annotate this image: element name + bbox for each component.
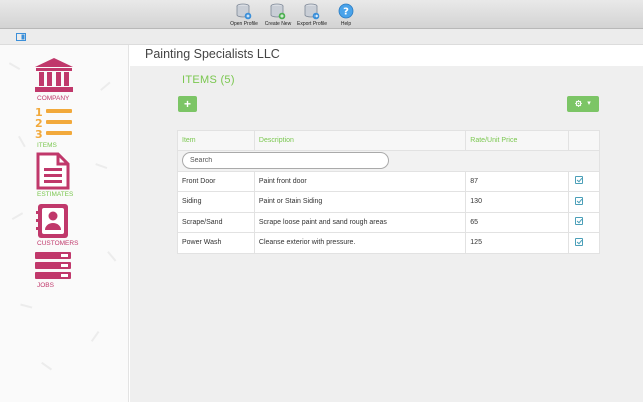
chevron-down-icon: ▾ (587, 100, 591, 107)
background-squiggle (19, 303, 33, 311)
description-cell: Scrape loose paint and sand rough areas (253, 211, 467, 233)
sidebar-item-label: CUSTOMERS (37, 240, 79, 247)
edit-icon[interactable] (575, 196, 584, 205)
items-table: Item Description Rate/Unit Price Front D… (177, 130, 600, 254)
item-cell: Front Door (177, 170, 255, 192)
rate-cell: 125 (465, 232, 570, 254)
bank-icon (35, 58, 73, 92)
settings-dropdown-button[interactable]: ▾ (567, 96, 599, 112)
table-row[interactable]: Power Wash Cleanse exterior with pressur… (177, 232, 600, 254)
plus-icon: + (183, 97, 191, 111)
table-row[interactable]: Scrape/Sand Scrape loose paint and sand … (177, 211, 600, 233)
search-row (177, 150, 600, 172)
table-row[interactable]: Front Door Paint front door 87 (177, 170, 600, 192)
actions-cell (568, 232, 600, 254)
edit-icon[interactable] (575, 217, 584, 226)
help-icon: ? (338, 3, 354, 19)
item-cell: Scrape/Sand (177, 211, 255, 233)
database-open-icon (236, 3, 252, 20)
table-row[interactable]: Siding Paint or Stain Siding 130 (177, 191, 600, 213)
column-header-item[interactable]: Item (177, 130, 255, 151)
sidebar-toggle-icon[interactable] (16, 33, 26, 41)
edit-icon[interactable] (575, 176, 584, 185)
rate-cell: 87 (465, 170, 570, 192)
table-header-row: Item Description Rate/Unit Price (177, 130, 600, 151)
sidebar: COMPANY 1 2 3 ITEMS ESTIMATES CUSTOMERS … (0, 45, 129, 402)
description-cell: Paint or Stain Siding (253, 191, 467, 213)
help-label: Help (340, 21, 352, 27)
gear-icon (575, 99, 583, 107)
column-header-description[interactable]: Description (253, 130, 467, 151)
sidebar-item-estimates[interactable]: ESTIMATES (30, 152, 90, 200)
background-squiggle (94, 163, 108, 171)
page-title: Painting Specialists LLC (145, 47, 280, 61)
search-cell (177, 150, 600, 172)
description-cell: Cleanse exterior with pressure. (253, 232, 467, 254)
sidebar-item-label: JOBS (37, 282, 54, 289)
database-export-icon (304, 3, 320, 20)
background-squiggle (11, 212, 25, 222)
actions-cell (568, 211, 600, 233)
database-add-icon (270, 3, 286, 20)
help-button[interactable]: ? Help (326, 3, 366, 27)
background-squiggle (100, 81, 112, 93)
background-squiggle (7, 62, 21, 72)
svg-text:?: ? (343, 7, 349, 18)
column-header-rate[interactable]: Rate/Unit Price (465, 130, 570, 151)
column-header-actions (568, 130, 600, 151)
document-icon (36, 152, 70, 190)
sidebar-item-customers[interactable]: CUSTOMERS (30, 203, 90, 249)
secondary-bar (0, 29, 643, 45)
main-content: Painting Specialists LLC ITEMS (5) + ▾ I… (130, 45, 643, 402)
search-input[interactable] (182, 152, 389, 170)
background-squiggle (105, 251, 117, 263)
edit-icon[interactable] (575, 237, 584, 246)
rate-cell: 130 (465, 191, 570, 213)
sidebar-item-label: COMPANY (37, 95, 70, 102)
actions-cell (568, 170, 600, 192)
item-cell: Power Wash (177, 232, 255, 254)
numbered-list-icon: 1 2 3 (35, 106, 72, 140)
actions-cell (568, 191, 600, 213)
app-toolbar: Open Profile Create New Export Profile ?… (0, 0, 643, 29)
description-cell: Paint front door (253, 170, 467, 192)
add-item-button[interactable]: + (178, 96, 197, 112)
background-squiggle (16, 135, 26, 149)
sidebar-item-label: ESTIMATES (37, 191, 74, 198)
sidebar-item-items[interactable]: 1 2 3 ITEMS (30, 106, 90, 152)
rate-cell: 65 (465, 211, 570, 233)
sidebar-item-label: ITEMS (37, 142, 57, 149)
background-squiggle (39, 361, 53, 373)
sidebar-item-company[interactable]: COMPANY (30, 57, 90, 103)
sidebar-item-jobs[interactable]: JOBS (30, 251, 90, 291)
stacked-bars-icon (35, 252, 71, 279)
items-section-title: ITEMS (5) (182, 74, 235, 86)
company-header: Painting Specialists LLC (130, 45, 643, 66)
contacts-book-icon (36, 204, 68, 238)
svg-text:3: 3 (35, 128, 43, 140)
background-squiggle (90, 330, 102, 344)
item-cell: Siding (177, 191, 255, 213)
